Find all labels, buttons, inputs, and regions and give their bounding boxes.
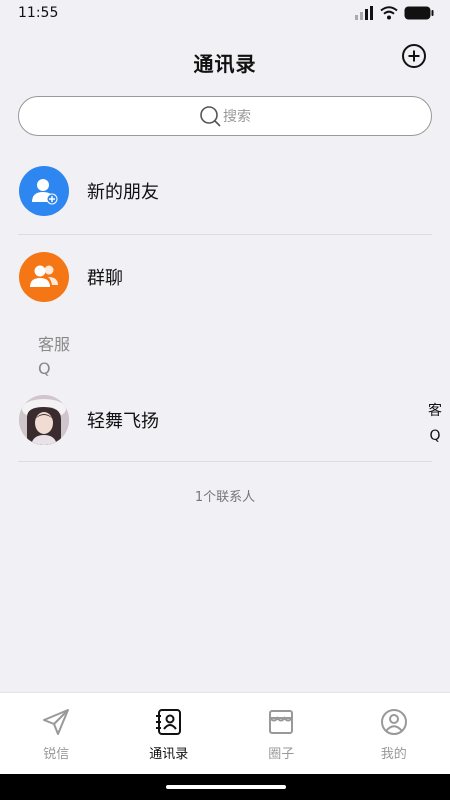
section-letter: 客服 [38,335,71,354]
divider [18,234,432,235]
tab-bar: 锐信 通讯录 圈子 我的 [0,692,450,774]
page-title: 通讯录 [193,51,257,76]
home-indicator[interactable] [166,785,286,789]
divider [18,461,432,462]
group-chat-avatar [19,252,69,302]
profile-icon [380,709,407,735]
new-friends-label: 新的朋友 [87,182,159,203]
group-chat-label: 群聊 [87,268,123,289]
contact-name: 轻舞飞扬 [87,411,159,432]
tab-label: 锐信 [43,747,70,762]
add-button[interactable] [401,43,427,69]
search-input[interactable]: 搜索 [18,96,432,136]
group-icon [30,265,58,287]
plus-circle-icon [402,44,426,68]
search-icon [200,106,221,127]
tab-label: 圈子 [268,747,295,762]
tab-label: 通讯录 [149,747,189,762]
tab-contacts[interactable]: 通讯录 [113,693,226,774]
group-chat-row[interactable]: 群聊 [0,242,450,312]
status-time: 11:55 [18,5,59,21]
contact-row[interactable]: 轻舞飞扬 [0,385,450,455]
tab-circle[interactable]: 圈子 [225,693,338,774]
search-placeholder: 搜索 [223,109,251,125]
contact-count: 1个联系人 [194,490,256,505]
avatar [19,395,69,445]
new-friends-row[interactable]: 新的朋友 [0,156,450,226]
store-icon [269,710,294,734]
home-indicator-area [0,774,450,800]
tab-mine[interactable]: 我的 [338,693,450,774]
contacts-icon [155,709,181,735]
status-icons [354,6,434,20]
add-friend-icon [32,179,58,205]
battery-icon [404,6,434,20]
signal-icon [355,6,373,20]
header: 通讯录 [0,40,450,84]
index-bar-item[interactable]: Q [428,428,442,444]
send-icon [43,709,70,735]
index-bar-item[interactable]: 客 [428,400,442,420]
tab-label: 我的 [380,747,407,762]
contact-avatar-image [19,395,69,445]
new-friends-avatar [19,166,69,216]
tab-ruixin[interactable]: 锐信 [0,693,113,774]
status-bar: 11:55 [0,0,450,26]
section-letter: Q [38,359,51,378]
wifi-icon [380,6,398,20]
